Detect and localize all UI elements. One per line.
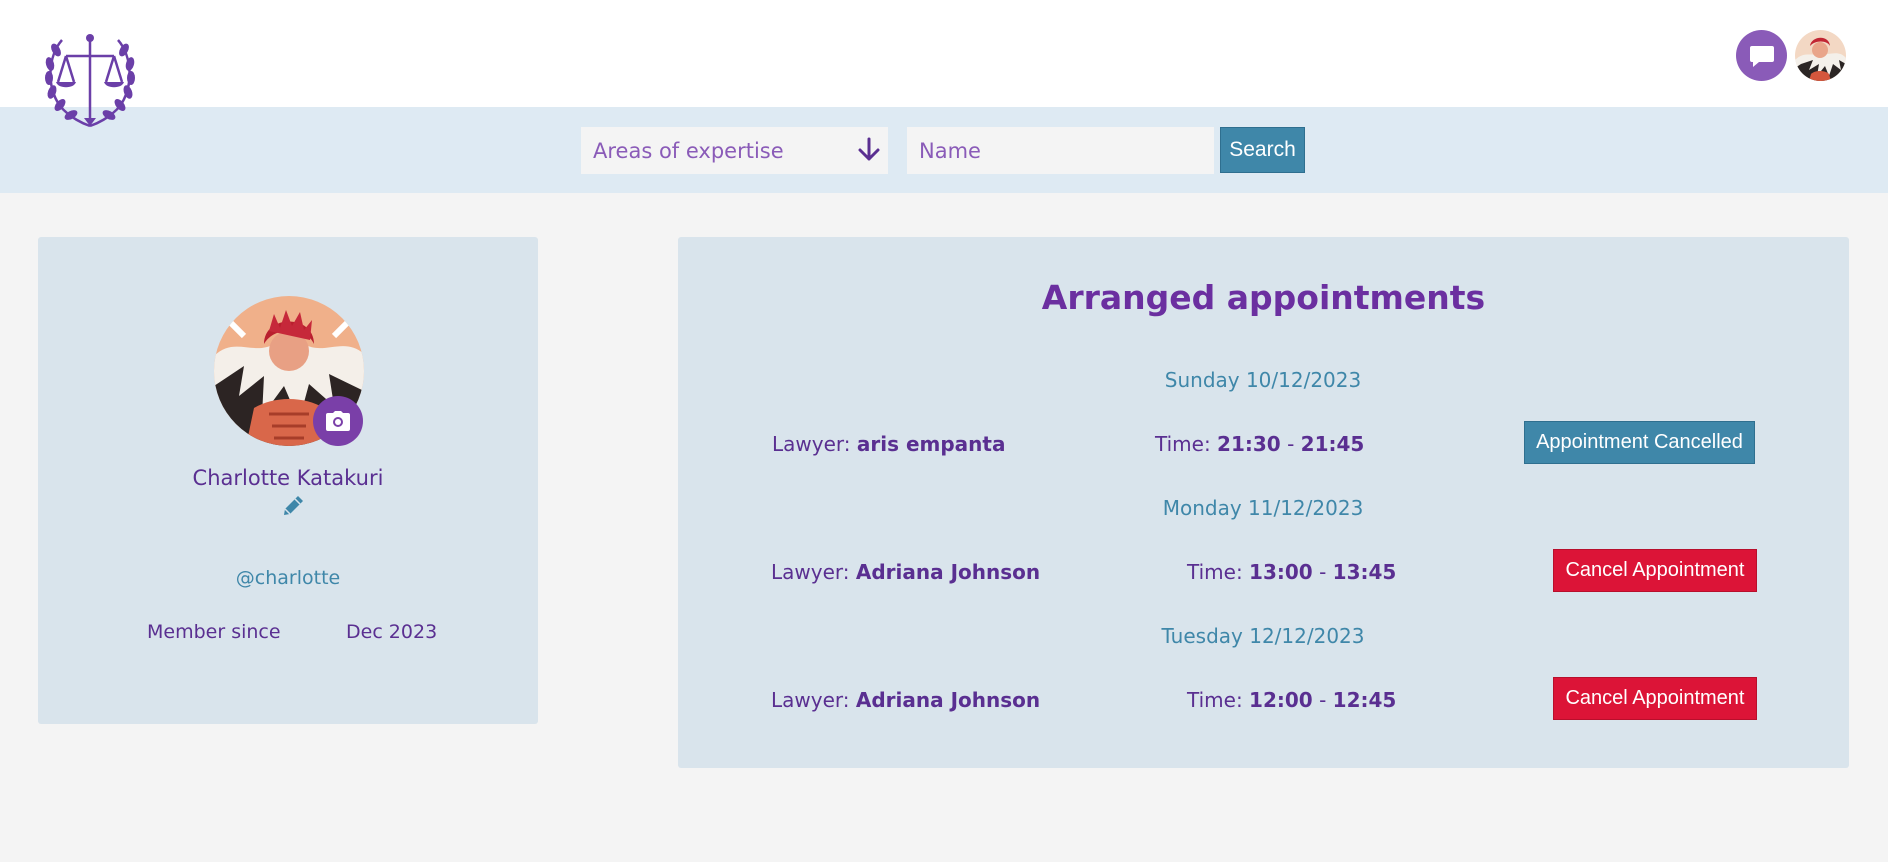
appointment-day: Sunday 10/12/2023	[1164, 368, 1362, 392]
lawyer-label: Lawyer:	[771, 688, 850, 712]
chat-bubble-icon[interactable]	[1736, 30, 1787, 81]
expertise-select[interactable]: Areas of expertise	[581, 127, 888, 174]
time-end: 12:45	[1332, 688, 1397, 712]
time-separator: -	[1319, 688, 1327, 712]
lawyer-name: aris empanta	[856, 432, 1006, 456]
appointment-day: Tuesday 12/12/2023	[1161, 624, 1365, 648]
appointment-day: Monday 11/12/2023	[1162, 496, 1364, 520]
member-since-label: Member since	[147, 621, 281, 643]
cancel-appointment-button[interactable]: Cancel Appointment	[1553, 549, 1757, 592]
cancel-appointment-button[interactable]: Cancel Appointment	[1553, 677, 1757, 720]
expertise-select-label: Areas of expertise	[593, 138, 784, 163]
appointment-time: Time: 13:00 - 13:45	[1187, 560, 1396, 584]
appointment-lawyer: Lawyer: aris empanta	[772, 432, 1005, 456]
time-end: 21:45	[1300, 432, 1365, 456]
scales-logo-icon[interactable]	[40, 26, 140, 130]
profile-handle: @charlotte	[235, 567, 341, 589]
user-avatar[interactable]	[1795, 30, 1846, 81]
time-start: 21:30	[1217, 432, 1281, 456]
appointment-time: Time: 21:30 - 21:45	[1155, 432, 1364, 456]
appointment-lawyer: Lawyer: Adriana Johnson	[771, 688, 1040, 712]
time-label: Time:	[1187, 688, 1243, 712]
lawyer-name: Adriana Johnson	[855, 688, 1041, 712]
lawyer-name: Adriana Johnson	[855, 560, 1041, 584]
appointment-cancelled-button[interactable]: Appointment Cancelled	[1524, 421, 1755, 464]
time-end: 13:45	[1332, 560, 1397, 584]
profile-name: Charlotte Katakuri	[192, 466, 384, 490]
camera-icon[interactable]	[313, 396, 363, 446]
lawyer-label: Lawyer:	[771, 560, 850, 584]
appointment-lawyer: Lawyer: Adriana Johnson	[771, 560, 1040, 584]
arrow-down-icon	[858, 137, 880, 167]
top-navigation-bar	[0, 0, 1888, 107]
pencil-edit-icon[interactable]	[280, 493, 306, 523]
appointments-title: Arranged appointments	[1041, 278, 1486, 317]
lawyer-label: Lawyer:	[772, 432, 851, 456]
time-separator: -	[1287, 432, 1295, 456]
name-search-input[interactable]	[907, 127, 1214, 174]
time-label: Time:	[1155, 432, 1211, 456]
time-label: Time:	[1187, 560, 1243, 584]
search-button[interactable]: Search	[1220, 127, 1305, 173]
appointment-time: Time: 12:00 - 12:45	[1187, 688, 1396, 712]
time-start: 13:00	[1249, 560, 1313, 584]
time-start: 12:00	[1249, 688, 1313, 712]
member-since-value: Dec 2023	[346, 621, 438, 643]
time-separator: -	[1319, 560, 1327, 584]
